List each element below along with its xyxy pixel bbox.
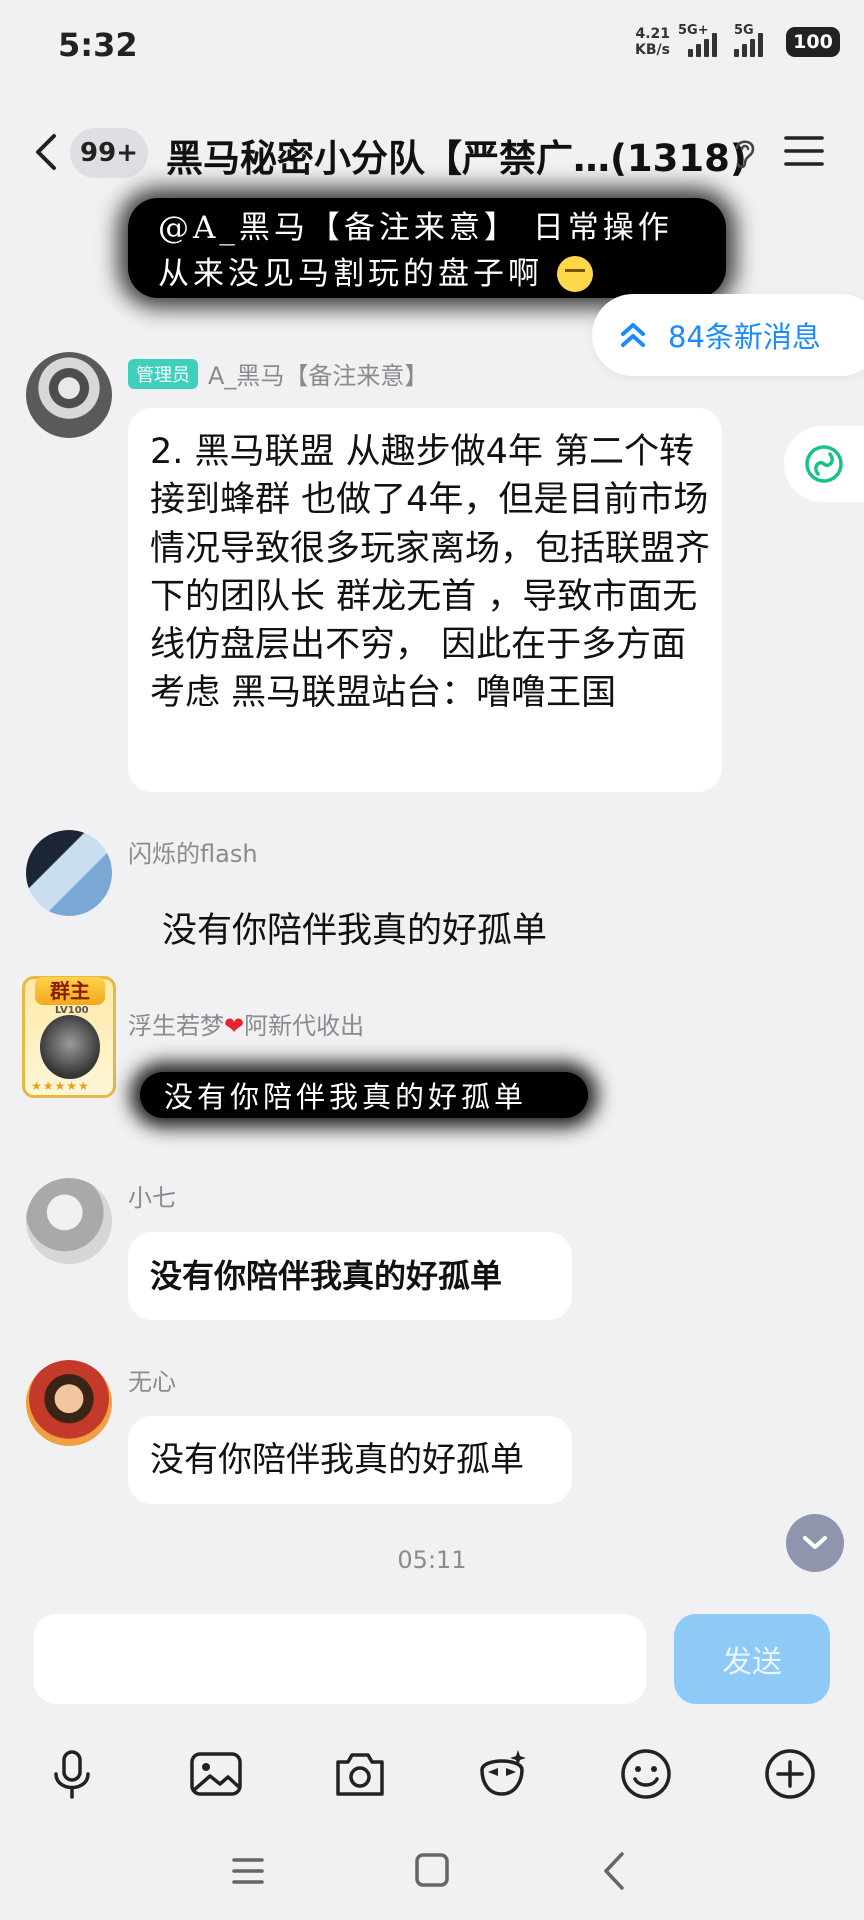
group-owner-avatar[interactable]: 群主 LV100 ★★★★★ <box>22 976 116 1098</box>
quote-line-1: @A_黑马【备注来意】 日常操作 <box>158 210 673 246</box>
message-bubble[interactable]: 没有你陪伴我真的好孤单 <box>128 1232 572 1320</box>
avatar[interactable] <box>26 1178 112 1264</box>
message-input[interactable] <box>34 1614 646 1704</box>
message-text[interactable]: 没有你陪伴我真的好孤单 <box>162 902 547 953</box>
sim1-label: 5G+ <box>678 23 709 38</box>
heart-icon: ❤ <box>224 1012 245 1040</box>
camera-icon[interactable] <box>330 1744 390 1804</box>
styled-message-bubble[interactable]: @A_黑马【备注来意】 日常操作 从来没见马割玩的盘子啊 <box>128 198 726 298</box>
status-indicators: 4.21 KB/s 5G+ 5G 100 <box>635 23 840 58</box>
scroll-to-bottom-button[interactable] <box>786 1514 844 1572</box>
message-bubble[interactable]: 没有你陪伴我真的好孤单 <box>128 1416 572 1504</box>
signal-1-icon: 5G+ <box>678 23 720 57</box>
message-sender[interactable]: 小七 <box>128 1178 176 1213</box>
chat-header: 99+ 黑马秘密小分队【严禁广…(1318) <box>0 110 864 192</box>
styled-message-bubble[interactable]: 没有你陪伴我真的好孤单 <box>140 1072 588 1118</box>
battery-indicator: 100 <box>786 27 840 57</box>
status-time: 5:32 <box>58 26 138 64</box>
message-text: 没有你陪伴我真的好孤单 <box>150 1257 503 1295</box>
message-sender[interactable]: 管理员 A_黑马【备注来意】 <box>128 356 428 391</box>
admin-badge: 管理员 <box>128 359 198 389</box>
emoji-icon[interactable] <box>616 1744 676 1804</box>
smirk-emoji-icon <box>556 256 593 292</box>
quote-line-2-text: 从来没见马割玩的盘子啊 <box>158 256 543 292</box>
message-text: 没有你陪伴我真的好孤单 <box>150 1440 524 1480</box>
image-icon[interactable] <box>186 1744 246 1804</box>
earpiece-icon[interactable] <box>730 134 760 170</box>
plus-icon[interactable] <box>760 1744 820 1804</box>
network-speed-unit: KB/s <box>635 42 670 58</box>
recent-apps-icon[interactable] <box>218 1846 278 1896</box>
new-messages-button[interactable]: 84条新消息 <box>592 294 864 376</box>
network-speed: 4.21 KB/s <box>635 26 670 58</box>
message-sender[interactable]: 闪烁的flash <box>128 834 258 869</box>
network-speed-value: 4.21 <box>635 26 670 42</box>
group-owner-badge: 群主 <box>35 977 105 1005</box>
message-text: 2. 黑马联盟 从趣步做4年 第二个转接到蜂群 也做了4年，但是目前市场情况导致… <box>150 432 711 714</box>
avatar[interactable] <box>26 1360 112 1446</box>
double-chevron-up-icon <box>621 323 645 347</box>
chevron-down-icon <box>803 1536 827 1549</box>
input-area: 发送 <box>0 1600 864 1920</box>
quote-line-2: 从来没见马割玩的盘子啊 <box>158 248 593 293</box>
avatar[interactable] <box>26 352 112 438</box>
owner-stars: ★★★★★ <box>31 1079 90 1093</box>
sender-name-suffix: 阿新代收出 <box>244 1012 365 1040</box>
app-icon <box>805 445 843 483</box>
sticker-icon[interactable] <box>472 1744 532 1804</box>
microphone-icon[interactable] <box>42 1744 102 1804</box>
system-nav-bar <box>0 1824 864 1920</box>
back-arrow-icon[interactable] <box>28 132 64 172</box>
signal-2-icon: 5G <box>734 23 778 57</box>
menu-icon[interactable] <box>782 132 826 170</box>
floating-app-button[interactable] <box>784 426 864 502</box>
input-toolbar <box>0 1720 864 1830</box>
avatar <box>40 1015 100 1079</box>
avatar[interactable] <box>26 830 112 916</box>
chat-title[interactable]: 黑马秘密小分队【严禁广…(1318) <box>166 128 747 182</box>
sim2-label: 5G <box>734 23 754 38</box>
send-button[interactable]: 发送 <box>674 1614 830 1704</box>
time-divider: 05:11 <box>397 1546 467 1574</box>
sender-name-prefix: 浮生若梦 <box>128 1012 224 1040</box>
unread-count-badge[interactable]: 99+ <box>70 128 148 178</box>
message-sender[interactable]: 无心 <box>128 1362 176 1397</box>
sender-name: A_黑马【备注来意】 <box>208 362 429 390</box>
new-messages-label: 84条新消息 <box>668 320 821 354</box>
status-bar: 5:32 4.21 KB/s 5G+ 5G 100 <box>0 0 864 96</box>
back-nav-icon[interactable] <box>586 1846 646 1896</box>
message-sender[interactable]: 浮生若梦❤阿新代收出 <box>128 1006 364 1041</box>
home-icon[interactable] <box>402 1846 462 1896</box>
message-text: 没有你陪伴我真的好孤单 <box>164 1080 528 1114</box>
